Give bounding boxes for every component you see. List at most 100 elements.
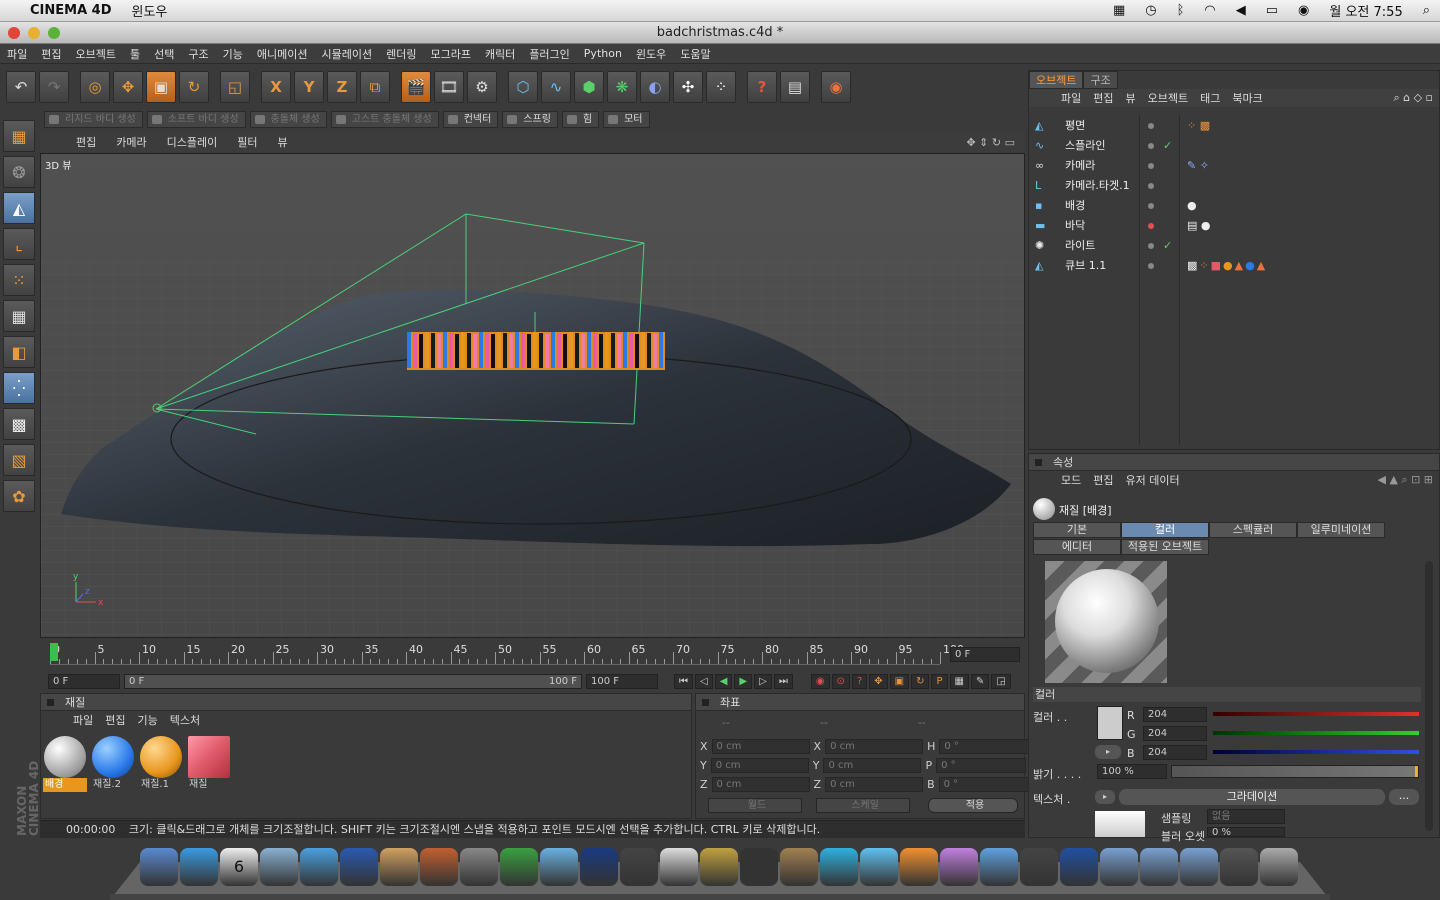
w-icon[interactable]	[860, 848, 898, 886]
apply-button[interactable]: 적용	[928, 798, 1018, 813]
brightness-field[interactable]: 100 %	[1097, 764, 1167, 779]
dawn-of-war-icon[interactable]	[740, 848, 778, 886]
tag-icons[interactable]: ▤ ●	[1187, 216, 1211, 236]
force-button[interactable]: 힘	[561, 110, 600, 128]
tab-structure[interactable]: 구조	[1083, 71, 1118, 89]
key-rotation-icon[interactable]: ↻	[911, 673, 930, 689]
garageband-icon[interactable]	[420, 848, 458, 886]
window-menu[interactable]: 윈도우	[122, 1, 178, 20]
color-swatch[interactable]	[1097, 706, 1123, 740]
material-swatch-2[interactable]: 재질.2	[91, 736, 135, 794]
pos-y-field[interactable]: 0 cm	[710, 758, 809, 773]
object-row-spline[interactable]: ∿ 스플라인 ✓	[1035, 136, 1435, 156]
ical-icon[interactable]: 6	[220, 848, 258, 886]
prev-frame-button[interactable]: ◀	[714, 673, 733, 689]
color-section-header[interactable]: 컬러	[1033, 687, 1421, 702]
model-tool-icon[interactable]: ◭	[3, 192, 35, 224]
timeline-ruler[interactable]: 0510152025303540455055606570758085909510…	[50, 643, 964, 665]
tab-color[interactable]: 컬러	[1121, 522, 1209, 538]
menu-help[interactable]: 도움말	[673, 46, 717, 62]
render-settings-icon[interactable]: ⚙	[467, 71, 497, 103]
object-row-background[interactable]: ▪ 배경 ●	[1035, 196, 1435, 216]
deformer-icon[interactable]: ◐	[640, 71, 670, 103]
mail-icon[interactable]	[540, 848, 578, 886]
material-preview[interactable]	[1045, 561, 1167, 683]
tab-illumination[interactable]: 일루미네이션	[1297, 522, 1385, 538]
collider-button[interactable]: 충돌체 생성	[249, 110, 327, 128]
spotlight-icon[interactable]: ⌕	[1413, 3, 1440, 18]
viewport-menu-edit[interactable]: 편집	[66, 134, 106, 150]
scale-icon[interactable]: ▣	[146, 71, 176, 103]
downloads-folder-icon[interactable]	[1180, 848, 1218, 886]
menu-mograph[interactable]: 모그라프	[423, 46, 477, 62]
civilization-icon[interactable]	[700, 848, 738, 886]
trash-icon[interactable]	[1260, 848, 1298, 886]
object-row-camera-target[interactable]: L 카메라.타겟.1	[1035, 176, 1435, 196]
sampling-dropdown[interactable]: 없음	[1207, 809, 1285, 824]
viewport-menu-display[interactable]: 디스플레이	[157, 134, 228, 150]
battery-icon[interactable]: ▭	[1256, 3, 1288, 18]
particles-icon[interactable]: ⁘	[706, 71, 736, 103]
material-swatch-1[interactable]: 재질.1	[139, 736, 183, 794]
material-swatch-0[interactable]: 재질	[187, 736, 231, 794]
go-end-button[interactable]: ⏭	[773, 673, 793, 689]
edges-mode-icon[interactable]: ▦	[3, 300, 35, 332]
close-button[interactable]	[8, 27, 20, 39]
input-flag-icon[interactable]: ◉	[1288, 3, 1319, 18]
object-axis-icon[interactable]: ⌞	[3, 228, 35, 260]
y-axis-icon[interactable]: Y	[294, 71, 324, 103]
time-machine-icon[interactable]: ◷	[1135, 3, 1166, 18]
address-book-icon[interactable]	[380, 848, 418, 886]
keyframe-help-icon[interactable]: ?	[851, 673, 868, 689]
coord-mode-dropdown[interactable]: 월드	[708, 798, 802, 813]
iphoto-icon[interactable]	[260, 848, 298, 886]
pos-z-field[interactable]: 0 cm	[711, 777, 810, 792]
spaces-icon[interactable]: ▦	[1103, 3, 1135, 18]
tag-icons[interactable]: ✎ ✧	[1187, 156, 1209, 176]
rigid-body-button[interactable]: 리지드 바디 생성	[44, 110, 143, 128]
go-start-button[interactable]: ⏮	[674, 673, 693, 689]
timeline[interactable]: 0510152025303540455055606570758085909510…	[40, 640, 1025, 670]
key-param-icon[interactable]: P	[931, 673, 948, 689]
blur-offset-field[interactable]: 0 %	[1207, 827, 1285, 838]
quicktime-icon[interactable]	[340, 848, 378, 886]
itunes-icon[interactable]	[300, 848, 338, 886]
workplane-icon[interactable]: ▧	[3, 444, 35, 476]
render-view-icon[interactable]: 🎬	[401, 71, 431, 103]
motor-button[interactable]: 모터	[603, 110, 650, 128]
key-scale-icon[interactable]: ▣	[889, 673, 910, 689]
texture-mode-icon[interactable]: ▩	[3, 408, 35, 440]
object-row-camera[interactable]: ∞ 카메라 ✎ ✧	[1035, 156, 1435, 176]
e-icon[interactable]	[940, 848, 978, 886]
obj-menu-view[interactable]: 뷰	[1120, 90, 1142, 106]
zoom-button[interactable]	[48, 27, 60, 39]
menu-select[interactable]: 선택	[147, 46, 181, 62]
obj-menu-tags[interactable]: 태그	[1194, 90, 1226, 106]
wifi-icon[interactable]: ◠	[1194, 3, 1225, 18]
make-editable-icon[interactable]: ❂	[3, 156, 35, 188]
globe-icon[interactable]	[1060, 848, 1098, 886]
start-frame-field[interactable]: 0 F	[48, 673, 120, 689]
script-icon[interactable]: ▤	[780, 71, 810, 103]
panda-icon[interactable]	[660, 848, 698, 886]
documents-folder-icon[interactable]	[1140, 848, 1178, 886]
enabled-check-icon[interactable]: ✓	[1163, 236, 1172, 256]
color-mode-button[interactable]: ▸	[1095, 745, 1121, 759]
help-icon[interactable]: ?	[747, 71, 777, 103]
texture-menu-button[interactable]: ▸	[1095, 790, 1115, 804]
obj-menu-edit[interactable]: 편집	[1087, 90, 1119, 106]
color-g-field[interactable]: 204	[1143, 726, 1207, 741]
tab-objects[interactable]: 오브젝트	[1029, 71, 1084, 89]
bluetooth-icon[interactable]: ᛒ	[1167, 3, 1195, 18]
layout-icon[interactable]: ▦	[3, 120, 35, 152]
viewport-menu-filter[interactable]: 필터	[227, 134, 267, 150]
end-frame-field[interactable]: 100 F	[586, 673, 658, 689]
menu-window[interactable]: 윈도우	[629, 46, 673, 62]
x-axis-icon[interactable]: X	[261, 71, 291, 103]
frame-range-slider[interactable]: 0 F 100 F	[124, 673, 582, 689]
polygons-mode-icon[interactable]: ◧	[3, 336, 35, 368]
cube-icon[interactable]: ⬡	[508, 71, 538, 103]
menu-python[interactable]: Python	[577, 47, 629, 60]
material-swatch-bg[interactable]: 배경	[43, 736, 87, 794]
3d-viewport[interactable]: y x z 3D 뷰	[40, 153, 1025, 638]
